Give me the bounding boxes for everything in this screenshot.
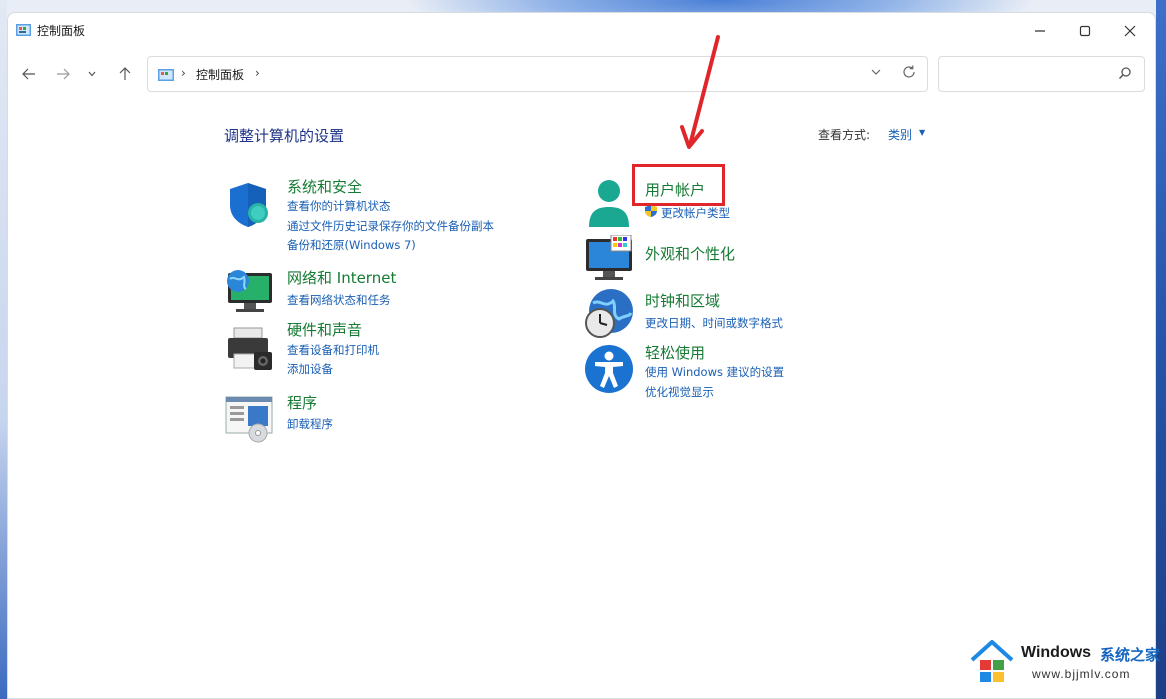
- link-windows-recommended-settings[interactable]: 使用 Windows 建议的设置: [645, 364, 784, 380]
- view-by-label: 查看方式:: [818, 128, 871, 142]
- windows-house-logo-icon: [970, 640, 1014, 682]
- annotation-highlight-box: [632, 164, 725, 206]
- link-view-computer-status[interactable]: 查看你的计算机状态: [287, 198, 391, 214]
- category-title-hardware-sound[interactable]: 硬件和声音: [287, 319, 362, 340]
- refresh-button[interactable]: [901, 64, 917, 84]
- link-view-network-status[interactable]: 查看网络状态和任务: [287, 292, 391, 308]
- close-icon: [1124, 25, 1136, 37]
- link-change-account-type[interactable]: 更改帐户类型: [661, 205, 730, 221]
- minimize-icon: [1035, 30, 1045, 32]
- up-button[interactable]: [114, 63, 136, 85]
- search-input[interactable]: [938, 56, 1145, 92]
- appearance-monitor-icon[interactable]: [583, 235, 635, 287]
- window-title: 控制面板: [37, 24, 86, 38]
- watermark: Windows 系统之家 www.bjjmlv.com: [968, 636, 1166, 699]
- network-globe-icon[interactable]: [224, 267, 276, 319]
- maximize-button[interactable]: [1070, 19, 1100, 43]
- printer-icon[interactable]: [224, 324, 276, 376]
- breadcrumb-chevron-icon[interactable]: ›: [181, 66, 186, 80]
- view-by-dropdown[interactable]: 类别: [888, 126, 912, 143]
- view-by-dropdown-arrow-icon[interactable]: ▼: [919, 128, 925, 137]
- watermark-brand-cn: 系统之家: [1100, 646, 1161, 664]
- control-panel-window: 控制面板 › 控制面板 › 调整计算机的设置 查看方式: 类别 ▼ 系统和安全 …: [7, 12, 1156, 699]
- minimize-button[interactable]: [1025, 19, 1055, 43]
- link-uninstall-program[interactable]: 卸载程序: [287, 416, 333, 432]
- category-title-appearance[interactable]: 外观和个性化: [645, 243, 735, 264]
- uac-shield-icon: [645, 205, 657, 217]
- link-backup-restore[interactable]: 备份和还原(Windows 7): [287, 237, 416, 253]
- arrow-up-icon: [119, 67, 131, 80]
- control-panel-icon: [158, 69, 174, 81]
- clock-globe-icon[interactable]: [583, 287, 635, 339]
- chevron-down-icon: [88, 71, 96, 77]
- arrow-left-icon: [22, 68, 35, 80]
- title-bar: 控制面板: [8, 13, 1155, 49]
- category-title-network-internet[interactable]: 网络和 Internet: [287, 267, 396, 288]
- page-heading: 调整计算机的设置: [224, 127, 345, 145]
- arrow-right-icon: [57, 68, 70, 80]
- category-title-clock-region[interactable]: 时钟和区域: [645, 290, 720, 311]
- desktop-wallpaper-left: [0, 0, 7, 699]
- link-add-device[interactable]: 添加设备: [287, 361, 333, 377]
- breadcrumb-chevron-icon[interactable]: ›: [255, 66, 260, 80]
- refresh-icon: [903, 65, 915, 78]
- category-title-system-security[interactable]: 系统和安全: [287, 176, 362, 197]
- link-view-devices-printers[interactable]: 查看设备和打印机: [287, 342, 379, 358]
- category-title-ease-of-access[interactable]: 轻松使用: [645, 342, 705, 363]
- address-bar[interactable]: › 控制面板 ›: [147, 56, 928, 92]
- user-account-icon[interactable]: [583, 177, 635, 229]
- chevron-down-icon: [871, 69, 881, 75]
- address-history-dropdown[interactable]: [871, 67, 881, 78]
- accessibility-icon[interactable]: [583, 343, 635, 395]
- link-file-history-backup[interactable]: 通过文件历史记录保存你的文件备份副本: [287, 218, 494, 234]
- category-title-programs[interactable]: 程序: [287, 392, 317, 413]
- maximize-icon: [1079, 25, 1091, 37]
- watermark-url: www.bjjmlv.com: [1032, 667, 1131, 681]
- back-button[interactable]: [18, 63, 40, 85]
- link-change-date-time-format[interactable]: 更改日期、时间或数字格式: [645, 315, 783, 331]
- desktop-wallpaper-right: [1156, 0, 1166, 699]
- programs-icon[interactable]: [224, 393, 276, 445]
- recent-locations-button[interactable]: [84, 63, 100, 85]
- shield-icon[interactable]: [224, 179, 276, 231]
- search-icon: [1118, 67, 1131, 80]
- close-button[interactable]: [1115, 19, 1145, 43]
- breadcrumb-control-panel[interactable]: 控制面板: [196, 66, 244, 83]
- link-optimize-visual-display[interactable]: 优化视觉显示: [645, 384, 714, 400]
- watermark-brand: Windows: [1021, 644, 1092, 661]
- forward-button[interactable]: [52, 63, 74, 85]
- control-panel-app-icon: [16, 24, 31, 36]
- annotation-arrow-icon: [680, 35, 720, 149]
